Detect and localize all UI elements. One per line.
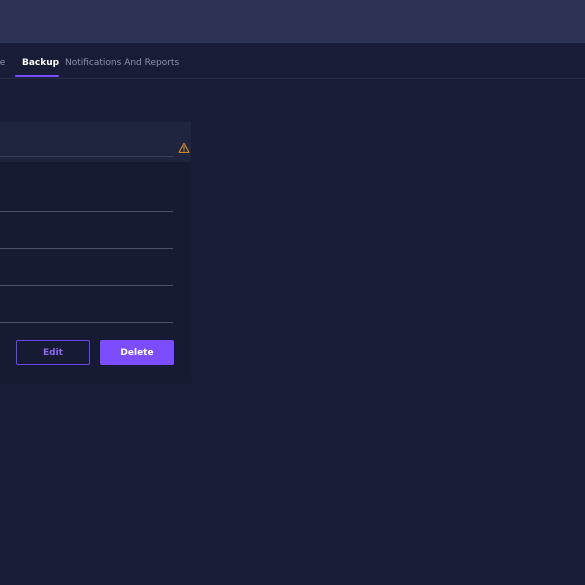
tabs-bar: ge Backup Notifications And Reports — [0, 43, 585, 79]
field-underline — [0, 285, 173, 286]
active-tab-indicator — [15, 75, 59, 77]
field-underline — [0, 211, 173, 212]
app-top-bar — [0, 0, 585, 44]
panel-header — [0, 122, 191, 162]
tab-storage[interactable]: ge — [0, 58, 5, 69]
warning-icon — [178, 142, 190, 153]
tab-notifications-and-reports[interactable]: Notifications And Reports — [65, 58, 179, 69]
header-input-underline — [0, 156, 173, 157]
edit-button[interactable]: Edit — [16, 340, 90, 365]
delete-button[interactable]: Delete — [100, 340, 174, 365]
backup-panel: Edit Delete — [0, 122, 191, 383]
field-underline — [0, 248, 173, 249]
field-underline — [0, 322, 173, 323]
tab-backup[interactable]: Backup — [22, 58, 59, 69]
